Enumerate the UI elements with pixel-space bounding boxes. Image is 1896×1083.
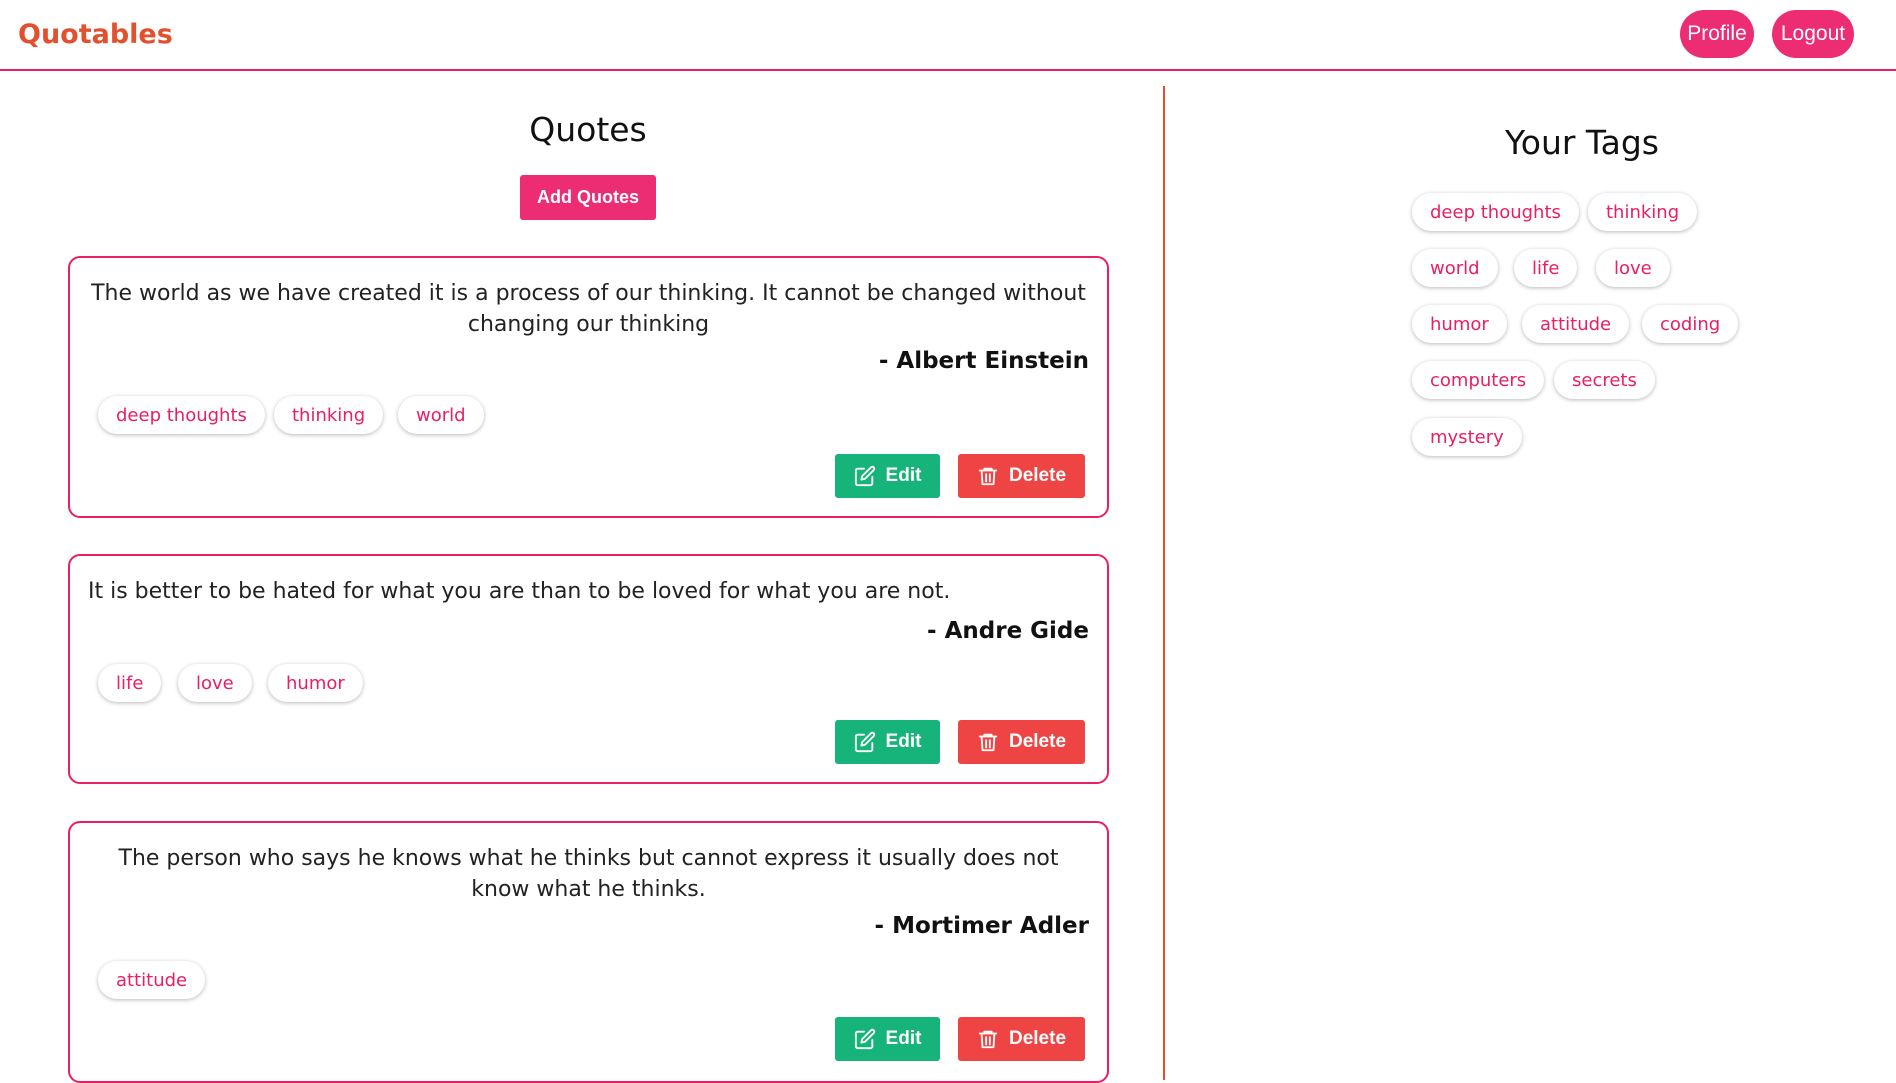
quote-tag[interactable]: world bbox=[398, 396, 484, 434]
delete-label: Delete bbox=[1008, 731, 1067, 752]
quote-tag[interactable]: thinking bbox=[274, 396, 384, 434]
quote-author: - Andre Gide bbox=[927, 618, 1089, 644]
tag-chip[interactable]: coding bbox=[1642, 305, 1739, 343]
tag-chip[interactable]: secrets bbox=[1554, 361, 1655, 399]
edit-label: Edit bbox=[885, 731, 922, 752]
tag-chip[interactable]: love bbox=[1596, 249, 1670, 287]
your-tags-title: Your Tags bbox=[1505, 123, 1659, 162]
delete-label: Delete bbox=[1008, 465, 1067, 486]
quote-card: The world as we have created it is a pro… bbox=[68, 256, 1109, 518]
trash-can-icon bbox=[978, 733, 998, 752]
quote-text: It is better to be hated for what you ar… bbox=[88, 579, 951, 604]
quote-author: - Mortimer Adler bbox=[874, 913, 1089, 939]
edit-square-pen-icon bbox=[854, 731, 875, 753]
delete-button[interactable]: Delete bbox=[958, 1017, 1085, 1061]
tag-chip[interactable]: attitude bbox=[1522, 305, 1630, 343]
quote-card: It is better to be hated for what you ar… bbox=[68, 554, 1109, 784]
delete-button[interactable]: Delete bbox=[958, 720, 1085, 764]
logout-button[interactable]: Logout bbox=[1772, 10, 1854, 58]
brand-logo[interactable]: Quotables bbox=[18, 19, 173, 50]
profile-button[interactable]: Profile bbox=[1680, 10, 1754, 58]
tag-chip[interactable]: world bbox=[1412, 249, 1498, 287]
add-quotes-button[interactable]: Add Quotes bbox=[520, 175, 656, 220]
trash-can-icon bbox=[978, 467, 998, 486]
quotes-title: Quotes bbox=[529, 110, 647, 149]
edit-square-pen-icon bbox=[854, 465, 875, 487]
tag-chip[interactable]: thinking bbox=[1588, 193, 1698, 231]
edit-button[interactable]: Edit bbox=[835, 454, 940, 498]
edit-label: Edit bbox=[885, 465, 922, 486]
tag-chip[interactable]: deep thoughts bbox=[1412, 193, 1579, 231]
section-divider bbox=[1163, 86, 1165, 1080]
quote-card: The person who says he knows what he thi… bbox=[68, 821, 1109, 1083]
edit-button[interactable]: Edit bbox=[835, 720, 940, 764]
delete-button[interactable]: Delete bbox=[958, 454, 1085, 498]
quote-tag[interactable]: humor bbox=[268, 664, 363, 702]
navbar: Quotables Profile Logout bbox=[0, 0, 1896, 71]
edit-label: Edit bbox=[885, 1028, 922, 1049]
tag-chip[interactable]: computers bbox=[1412, 361, 1545, 399]
edit-button[interactable]: Edit bbox=[835, 1017, 940, 1061]
delete-label: Delete bbox=[1008, 1028, 1067, 1049]
quote-tag[interactable]: deep thoughts bbox=[98, 396, 265, 434]
tag-chip[interactable]: mystery bbox=[1412, 418, 1522, 456]
trash-can-icon bbox=[978, 1030, 998, 1049]
quote-text: The world as we have created it is a pro… bbox=[91, 281, 1086, 337]
edit-square-pen-icon bbox=[854, 1028, 875, 1050]
quote-author: - Albert Einstein bbox=[878, 348, 1089, 374]
quote-tag[interactable]: attitude bbox=[98, 961, 206, 999]
quote-text: The person who says he knows what he thi… bbox=[118, 846, 1059, 902]
quote-tag[interactable]: life bbox=[98, 664, 162, 702]
tag-chip[interactable]: life bbox=[1514, 249, 1578, 287]
tag-chip[interactable]: humor bbox=[1412, 305, 1507, 343]
quote-tag[interactable]: love bbox=[178, 664, 252, 702]
